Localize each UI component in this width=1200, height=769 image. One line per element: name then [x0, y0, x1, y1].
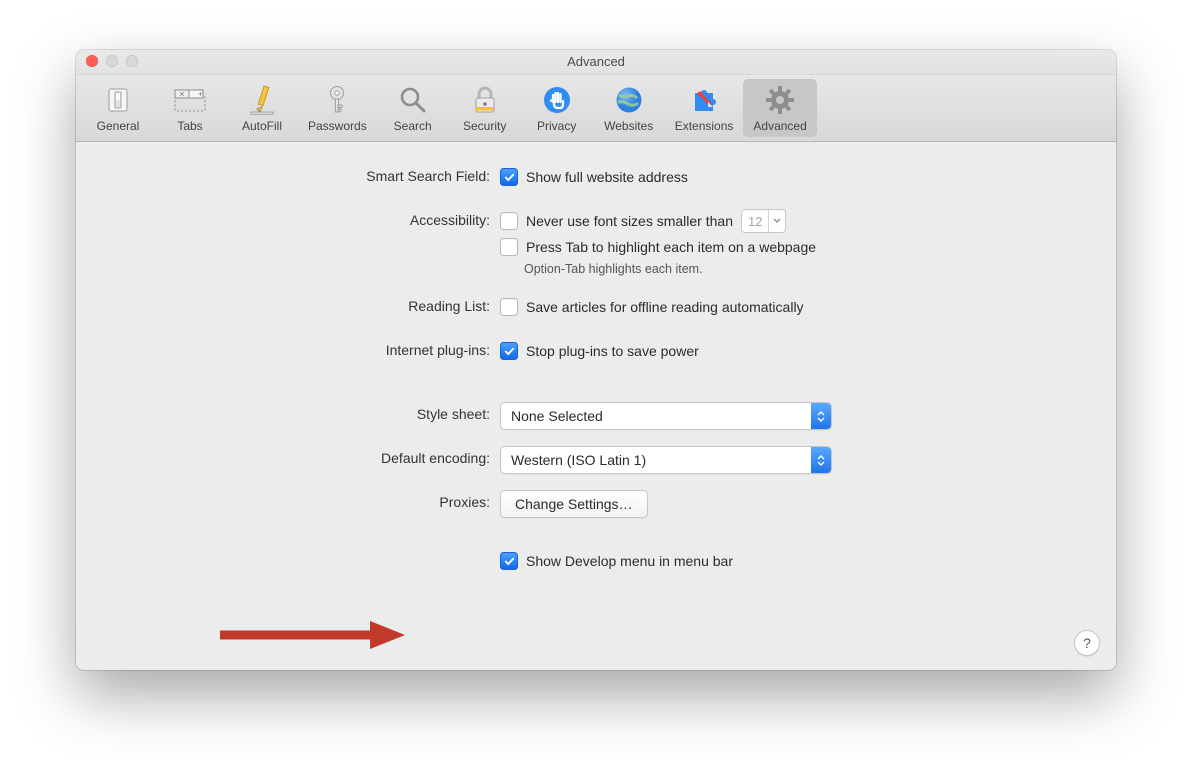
show-develop-menu-text: Show Develop menu in menu bar	[526, 553, 733, 569]
min-font-size-text: Never use font sizes smaller than	[526, 213, 733, 229]
reading-list-label: Reading List:	[106, 294, 500, 314]
svg-text:✕: ✕	[179, 92, 185, 99]
tab-label: Privacy	[537, 119, 576, 133]
tab-autofill[interactable]: AutoFill	[226, 79, 298, 137]
window-title: Advanced	[567, 54, 625, 69]
tab-label: Advanced	[753, 119, 806, 133]
tab-extensions[interactable]: Extensions	[665, 79, 744, 137]
proxies-label: Proxies:	[106, 490, 500, 510]
tab-tabs[interactable]: ✕ + Tabs	[154, 79, 226, 137]
min-font-size-value: 12	[742, 214, 768, 229]
switch-icon	[104, 83, 132, 117]
tab-general[interactable]: General	[82, 79, 154, 137]
tab-passwords[interactable]: Passwords	[298, 79, 377, 137]
pencil-icon	[248, 83, 276, 117]
tab-label: Websites	[604, 119, 653, 133]
stylesheet-label: Style sheet:	[106, 402, 500, 422]
search-icon	[398, 83, 428, 117]
chevron-down-icon	[768, 210, 785, 232]
globe-icon	[614, 83, 644, 117]
tab-websites[interactable]: Websites	[593, 79, 665, 137]
minimize-window-button[interactable]	[106, 55, 118, 67]
tab-label: AutoFill	[242, 119, 282, 133]
tab-label: Tabs	[177, 119, 202, 133]
window-controls	[86, 55, 138, 67]
hand-icon	[542, 83, 572, 117]
lock-icon	[472, 83, 498, 117]
updown-caret-icon	[811, 447, 831, 473]
stop-plugins-checkbox[interactable]	[500, 342, 518, 360]
stop-plugins-text: Stop plug-ins to save power	[526, 343, 699, 359]
change-settings-text: Change Settings…	[515, 496, 633, 512]
tab-label: General	[97, 119, 140, 133]
change-settings-button[interactable]: Change Settings…	[500, 490, 648, 518]
encoding-popup[interactable]: Western (ISO Latin 1)	[500, 446, 832, 474]
encoding-label: Default encoding:	[106, 446, 500, 466]
gear-icon	[765, 83, 795, 117]
min-font-size-field[interactable]: 12	[741, 209, 786, 233]
svg-text:+: +	[198, 90, 203, 99]
offline-reading-text: Save articles for offline reading automa…	[526, 299, 804, 315]
stylesheet-popup[interactable]: None Selected	[500, 402, 832, 430]
titlebar: Advanced	[76, 50, 1116, 75]
zoom-window-button[interactable]	[126, 55, 138, 67]
show-full-address-checkbox[interactable]	[500, 168, 518, 186]
smart-search-label: Smart Search Field:	[106, 164, 500, 184]
tab-search[interactable]: Search	[377, 79, 449, 137]
plugins-label: Internet plug-ins:	[106, 338, 500, 358]
accessibility-hint: Option-Tab highlights each item.	[524, 262, 1086, 276]
tab-label: Search	[394, 119, 432, 133]
tab-privacy[interactable]: Privacy	[521, 79, 593, 137]
help-button[interactable]: ?	[1074, 630, 1100, 656]
offline-reading-checkbox[interactable]	[500, 298, 518, 316]
puzzle-icon	[689, 83, 719, 117]
updown-caret-icon	[811, 403, 831, 429]
tab-highlight-checkbox[interactable]	[500, 238, 518, 256]
min-font-size-checkbox[interactable]	[500, 212, 518, 230]
tab-highlight-text: Press Tab to highlight each item on a we…	[526, 239, 816, 255]
tab-label: Security	[463, 119, 506, 133]
encoding-value: Western (ISO Latin 1)	[501, 452, 811, 468]
show-develop-menu-checkbox[interactable]	[500, 552, 518, 570]
close-window-button[interactable]	[86, 55, 98, 67]
stylesheet-value: None Selected	[501, 408, 811, 424]
show-full-address-text: Show full website address	[526, 169, 688, 185]
preferences-toolbar: General ✕ + Tabs	[76, 75, 1116, 142]
help-glyph: ?	[1083, 635, 1091, 651]
tab-label: Extensions	[675, 119, 734, 133]
advanced-pane: Smart Search Field: Show full website ad…	[76, 142, 1116, 604]
tab-security[interactable]: Security	[449, 79, 521, 137]
key-icon	[324, 83, 350, 117]
tabs-icon: ✕ +	[173, 83, 207, 117]
tab-advanced[interactable]: Advanced	[743, 79, 816, 137]
tab-label: Passwords	[308, 119, 367, 133]
preferences-window: Advanced General	[76, 50, 1116, 670]
accessibility-label: Accessibility:	[106, 208, 500, 228]
